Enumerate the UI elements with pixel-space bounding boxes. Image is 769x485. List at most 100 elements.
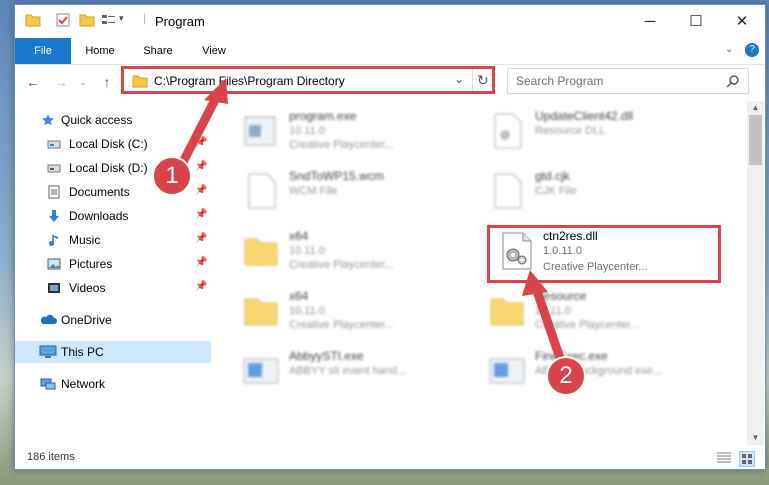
computer-icon — [39, 345, 57, 358]
close-button[interactable]: ✕ — [719, 5, 765, 37]
network-icon — [40, 378, 56, 390]
pin-icon: 📌 — [195, 185, 208, 196]
file-item[interactable]: UpdateClient42.dll Resource DLL — [473, 101, 713, 157]
exe-file-icon — [244, 116, 276, 146]
up-arrow-icon: ↑ — [103, 74, 111, 90]
nav-label: Downloads — [69, 209, 129, 223]
large-icons-view-icon[interactable] — [739, 451, 755, 467]
tab-file[interactable]: File — [15, 38, 71, 64]
forward-button[interactable]: → — [51, 72, 71, 92]
file-detail: ABBYY sti event hand... — [289, 365, 407, 377]
item-count: 186 items — [27, 451, 75, 463]
file-detail: Creative Playcenter... — [289, 139, 394, 151]
pin-icon: 📌 — [195, 137, 208, 148]
back-arrow-icon: ← — [26, 74, 40, 90]
minimize-icon: ─ — [644, 12, 656, 30]
file-item[interactable]: AbbyySTI.exe ABBYY sti event hand... — [227, 341, 467, 397]
exe-file-icon — [243, 358, 279, 384]
search-input[interactable]: Search Program — [516, 74, 603, 88]
tab-share[interactable]: Share — [133, 38, 183, 64]
properties-icon[interactable] — [55, 12, 71, 28]
explorer-window: ▾ | Program ─ ☐ ✕ File Home Share View ⌄… — [14, 4, 766, 470]
pin-icon: 📌 — [195, 233, 208, 244]
file-name: program.exe — [289, 109, 357, 123]
maximize-icon: ☐ — [689, 13, 703, 30]
file-detail: 10.11.0 — [289, 305, 325, 317]
tab-home[interactable]: Home — [75, 38, 125, 64]
file-item[interactable]: SndToWP15.wcm WCM File — [227, 161, 467, 217]
details-view-icon[interactable] — [717, 452, 731, 464]
file-detail: Resource DLL — [535, 125, 606, 137]
pin-icon: 📌 — [195, 161, 208, 172]
file-item[interactable]: program.exe 10.11.0 Creative Playcenter.… — [227, 101, 467, 157]
customize-toolbar-icon[interactable] — [101, 12, 117, 28]
nav-label: Quick access — [61, 113, 133, 127]
nav-label: Pictures — [69, 257, 113, 271]
nav-onedrive[interactable]: OneDrive — [15, 309, 211, 331]
nav-this-pc[interactable]: This PC — [15, 341, 211, 363]
file-detail: 10.11.0 — [535, 305, 571, 317]
search-icon — [726, 75, 739, 88]
file-detail: Creative Playcenter... — [289, 319, 394, 331]
recent-locations-button[interactable]: ⌄ — [73, 72, 93, 92]
nav-network[interactable]: Network — [15, 373, 211, 395]
scroll-down-icon[interactable]: ▼ — [747, 431, 764, 445]
minimize-button[interactable]: ─ — [627, 5, 673, 37]
file-name: x64 — [289, 229, 309, 243]
file-item[interactable]: Resource 10.11.0 Creative Playcenter... — [473, 281, 713, 337]
nav-label: Local Disk (C:) — [69, 137, 148, 151]
vertical-scrollbar[interactable]: ▲ ▼ — [747, 101, 764, 445]
maximize-button[interactable]: ☐ — [673, 5, 719, 37]
file-name: Resource — [535, 289, 587, 303]
nav-pictures[interactable]: Pictures 📌 — [15, 253, 211, 275]
pictures-icon — [47, 258, 61, 270]
nav-quick-access[interactable]: Quick access — [15, 109, 211, 131]
file-detail: WCM File — [289, 185, 338, 197]
chevron-down-icon: ⌄ — [79, 76, 87, 87]
nav-label: Network — [61, 377, 106, 391]
file-name: gtd.cjk — [535, 169, 570, 183]
back-button[interactable]: ← — [23, 72, 43, 92]
nav-local-disk-c[interactable]: Local Disk (C:) 📌 — [15, 133, 211, 155]
nav-label: Local Disk (D:) — [69, 161, 148, 175]
scroll-up-icon[interactable]: ▲ — [747, 101, 764, 115]
file-detail: 10.11.0 — [289, 245, 325, 257]
nav-downloads[interactable]: Downloads 📌 — [15, 205, 211, 227]
nav-label: This PC — [61, 345, 104, 359]
file-name: UpdateClient42.dll — [535, 109, 634, 123]
nav-music[interactable]: Music 📌 — [15, 229, 211, 251]
file-name: AbbyySTI.exe — [289, 349, 364, 363]
star-icon — [42, 114, 54, 126]
dll-file-icon — [494, 113, 522, 149]
file-item[interactable]: FineExec.exe ABBYY background exe... — [473, 341, 713, 397]
file-name: x64 — [289, 289, 309, 303]
folder-icon — [244, 238, 278, 266]
file-item[interactable]: x64 10.11.0 Creative Playcenter... — [227, 281, 467, 337]
address-row: ← → ⌄ ↑ C:\Program Files\Program Directo… — [15, 65, 765, 99]
forward-arrow-icon: → — [54, 74, 68, 90]
step-1-callout: 1 — [152, 156, 192, 196]
address-highlight-box — [121, 66, 495, 94]
music-icon — [49, 235, 58, 246]
search-box[interactable]: Search Program — [507, 68, 749, 94]
nav-videos[interactable]: Videos 📌 — [15, 277, 211, 299]
toolbar-dropdown-icon[interactable]: ▾ — [119, 13, 124, 24]
documents-icon — [48, 185, 60, 199]
expand-ribbon-icon[interactable]: ⌄ — [725, 44, 733, 55]
up-button[interactable]: ↑ — [97, 72, 117, 92]
videos-icon — [48, 283, 60, 293]
new-folder-icon[interactable] — [79, 12, 95, 28]
help-icon[interactable]: ? — [745, 43, 759, 57]
download-icon — [49, 210, 59, 222]
file-name: SndToWP15.wcm — [289, 169, 384, 183]
tab-view[interactable]: View — [191, 38, 237, 64]
close-icon: ✕ — [735, 13, 749, 30]
file-icon — [494, 173, 522, 209]
title-bar: ▾ | Program ─ ☐ ✕ — [15, 5, 765, 37]
scrollbar-thumb[interactable] — [749, 115, 762, 165]
nav-label: Music — [69, 233, 101, 247]
file-highlight-box — [487, 225, 721, 283]
file-item[interactable]: gtd.cjk CJK File — [473, 161, 713, 217]
file-item[interactable]: x64 10.11.0 Creative Playcenter... — [227, 221, 467, 277]
file-detail: Creative Playcenter... — [535, 319, 640, 331]
